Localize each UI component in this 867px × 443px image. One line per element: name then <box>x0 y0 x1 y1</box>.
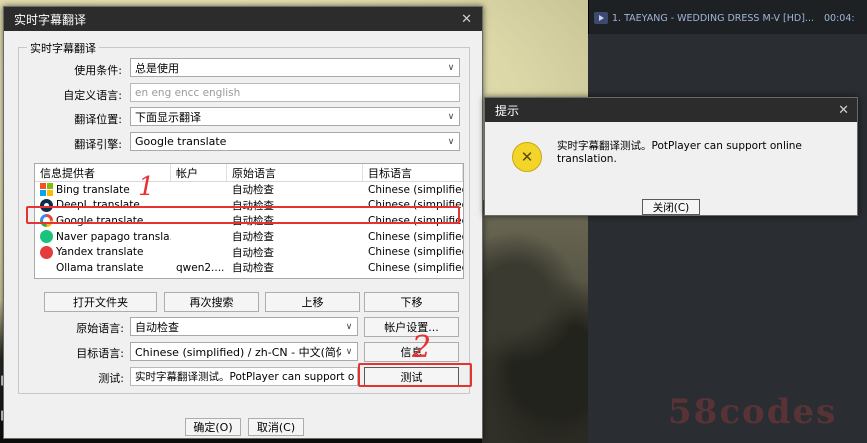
provider-name: DeepL translate <box>56 199 140 212</box>
target-language-value: Chinese (simplified) / zh-CN - 中文(简体 <box>135 345 341 359</box>
prompt-close-button[interactable]: 关闭(C) <box>642 199 700 215</box>
bing-logo-icon <box>40 183 53 197</box>
target-language-label: 目标语言: <box>76 347 124 360</box>
translate-position-value: 下面显示翻译 <box>135 110 201 124</box>
provider-target: Chinese (simplified) <box>368 199 463 212</box>
provider-source: 自动检查 <box>232 231 274 244</box>
account-settings-button[interactable]: 帐户设置... <box>364 317 459 337</box>
source-language-label: 原始语言: <box>76 322 124 335</box>
playlist-item-title: 1. TAEYANG - WEDDING DRESS M-V [HD]... <box>612 12 814 24</box>
usage-condition-label: 使用条件: <box>74 64 122 77</box>
provider-source: 自动检查 <box>232 246 274 259</box>
list-header: 信息提供者 帐户 原始语言 目标语言 <box>35 164 463 182</box>
ok-button[interactable]: 确定(O) <box>185 418 241 436</box>
provider-target: Chinese (simplified) <box>368 183 463 196</box>
ollama-logo-icon <box>40 261 53 274</box>
video-file-icon <box>594 12 608 24</box>
prompt-dialog: 提示 ✕ ✕ 实时字幕翻译测试。PotPlayer can support on… <box>484 97 858 216</box>
translate-engine-value: Google translate <box>135 135 227 148</box>
prompt-message: 实时字幕翻译测试。PotPlayer can support online tr… <box>557 140 802 165</box>
search-again-button[interactable]: 再次搜索 <box>164 292 259 312</box>
provider-source: 自动检查 <box>232 184 274 197</box>
column-header-provider[interactable]: 信息提供者 <box>35 164 171 181</box>
playlist-empty-area <box>588 34 867 443</box>
move-down-button[interactable]: 下移 <box>364 292 459 312</box>
dialog-titlebar[interactable]: 实时字幕翻译 ✕ <box>4 7 482 31</box>
warning-icon: ✕ <box>512 142 542 172</box>
provider-target: Chinese (simplified) <box>368 230 463 243</box>
provider-target: Chinese (simplified) <box>368 261 463 274</box>
test-button[interactable]: 测试 <box>364 367 459 387</box>
list-item[interactable]: Ollama translate qwen2.... 自动检查 Chinese … <box>35 260 463 276</box>
translate-engine-select[interactable]: Google translate ∨ <box>130 132 460 151</box>
custom-language-label: 自定义语言: <box>63 89 122 102</box>
prompt-title: 提示 <box>495 103 520 118</box>
video-trees <box>482 200 590 443</box>
column-header-account[interactable]: 帐户 <box>171 164 227 181</box>
provider-target: Chinese (simplified) <box>368 246 463 259</box>
source-language-select[interactable]: 自动检查 ∨ <box>130 317 358 336</box>
playlist-item-duration: 00:04: <box>823 12 855 24</box>
chevron-down-icon: ∨ <box>345 321 353 332</box>
translate-engine-label: 翻译引擎: <box>74 138 122 151</box>
close-icon[interactable]: ✕ <box>838 104 849 117</box>
column-header-target-language[interactable]: 目标语言 <box>363 164 463 181</box>
translate-position-select[interactable]: 下面显示翻译 ∨ <box>130 107 460 126</box>
provider-list[interactable]: 信息提供者 帐户 原始语言 目标语言 Bing translate 自动检查 C… <box>34 163 464 279</box>
provider-name: Bing translate <box>56 183 130 196</box>
provider-account: qwen2.... <box>176 261 225 274</box>
usage-condition-value: 总是使用 <box>135 61 179 75</box>
column-header-source-language[interactable]: 原始语言 <box>227 164 363 181</box>
move-up-button[interactable]: 上移 <box>265 292 360 312</box>
chevron-down-icon: ∨ <box>447 62 455 73</box>
chevron-down-icon: ∨ <box>447 136 455 147</box>
provider-source: 自动检查 <box>232 262 274 275</box>
papago-logo-icon <box>40 230 53 244</box>
provider-name: Naver papago transla... <box>56 230 171 243</box>
list-item-selected[interactable]: Google translate 自动检查 Chinese (simplifie… <box>35 213 463 229</box>
provider-name: Google translate <box>56 214 144 227</box>
translate-position-label: 翻译位置: <box>74 113 122 126</box>
chevron-down-icon: ∨ <box>345 346 353 357</box>
provider-target: Chinese (simplified) <box>368 214 463 227</box>
deepl-logo-icon <box>40 198 53 212</box>
open-folder-button[interactable]: 打开文件夹 <box>44 292 157 312</box>
list-item[interactable]: Naver papago transla... 自动检查 Chinese (si… <box>35 229 463 245</box>
dialog-title: 实时字幕翻译 <box>14 12 87 27</box>
prompt-titlebar[interactable]: 提示 ✕ <box>485 98 857 122</box>
list-item[interactable]: Yandex translate 自动检查 Chinese (simplifie… <box>35 244 463 260</box>
test-text-input[interactable]: 实时字幕翻译测试。PotPlayer can support o <box>130 367 358 386</box>
custom-language-input[interactable]: en eng encc english <box>130 83 460 102</box>
usage-condition-select[interactable]: 总是使用 ∨ <box>130 58 460 77</box>
provider-source: 自动检查 <box>232 215 274 228</box>
group-title: 实时字幕翻译 <box>27 40 99 56</box>
playlist-item[interactable]: 1. TAEYANG - WEDDING DRESS M-V [HD]... 0… <box>594 10 867 26</box>
provider-name: Yandex translate <box>56 246 144 259</box>
list-item[interactable]: DeepL translate 自动检查 Chinese (simplified… <box>35 198 463 214</box>
list-item[interactable]: Bing translate 自动检查 Chinese (simplified) <box>35 182 463 198</box>
google-logo-icon <box>40 214 53 228</box>
close-icon[interactable]: ✕ <box>461 13 472 26</box>
provider-source: 自动检查 <box>232 199 274 212</box>
source-language-value: 自动检查 <box>135 320 179 334</box>
test-label: 测试: <box>98 372 124 385</box>
chevron-down-icon: ∨ <box>447 111 455 122</box>
info-button[interactable]: 信息 <box>364 342 459 362</box>
cancel-button[interactable]: 取消(C) <box>248 418 304 436</box>
provider-name: Ollama translate <box>56 261 144 274</box>
yandex-logo-icon <box>40 245 53 259</box>
watermark: 58codes <box>668 392 838 432</box>
target-language-select[interactable]: Chinese (simplified) / zh-CN - 中文(简体 ∨ <box>130 342 358 361</box>
realtime-subtitle-dialog: 实时字幕翻译 ✕ 实时字幕翻译 使用条件: 总是使用 ∨ 自定义语言: en e… <box>3 6 483 439</box>
